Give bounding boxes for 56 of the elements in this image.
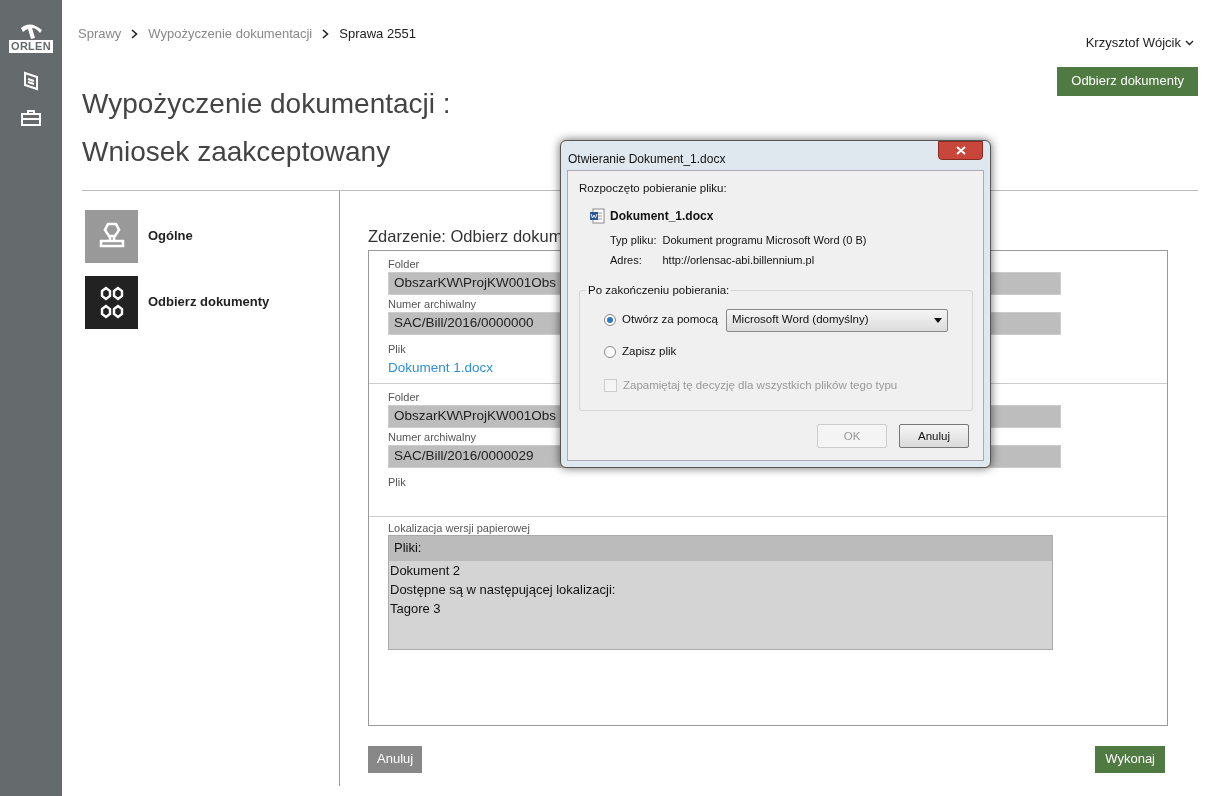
- field-label: Folder: [388, 257, 420, 271]
- text-area[interactable]: Pliki: Dokument 2 Dostępne są w następującej lokalizacji: Tagore 3: [388, 534, 1053, 650]
- group-label: Po zakończeniu pobierania:: [587, 283, 731, 299]
- field-label: Numer archiwalny: [388, 297, 477, 311]
- ticket-icon[interactable]: [22, 71, 40, 91]
- field-label: Lokalizacja wersji papierowej: [388, 521, 530, 535]
- step-tile[interactable]: [85, 275, 138, 329]
- logo-icon: [18, 22, 44, 40]
- field-label: Plik: [388, 342, 406, 356]
- field-value: ObszarKW\ProjKW001Obs: [394, 406, 557, 425]
- dropdown-arrow-icon: [934, 317, 942, 323]
- pick-up-documents-button[interactable]: Odbierz dokumenty: [1057, 66, 1198, 96]
- submit-button[interactable]: Wykonaj: [1095, 745, 1165, 773]
- breadcrumb-link[interactable]: Wypożyczenie dokumentacji: [148, 24, 313, 44]
- cancel-button[interactable]: Anuluj: [899, 424, 969, 449]
- field-value: SAC/Bill/2016/0000029: [394, 446, 534, 465]
- detail-label: Adres:: [610, 252, 643, 268]
- radio-button[interactable]: [604, 346, 616, 358]
- download-started-text: Rozpoczęto pobieranie pliku:: [579, 181, 728, 196]
- breadcrumb-link[interactable]: Sprawy: [78, 24, 122, 44]
- field-label: Plik: [388, 475, 406, 489]
- logo-text: ORLEN: [9, 40, 53, 53]
- field-value: ObszarKW\ProjKW001Obs: [394, 273, 557, 292]
- file-link[interactable]: Dokument 1.docx: [388, 357, 494, 378]
- chevron-right-icon: [322, 28, 330, 39]
- radio-label[interactable]: Otwórz za pomocą: [622, 311, 720, 329]
- briefcase-icon[interactable]: [20, 109, 42, 127]
- field-label: Numer archiwalny: [388, 430, 477, 444]
- detail-value: http://orlensac-abi.billennium.pl: [662, 252, 816, 268]
- word-document-icon: [589, 208, 605, 225]
- application-dropdown[interactable]: Microsoft Word (domyślny): [726, 308, 948, 332]
- field-value: SAC/Bill/2016/0000000: [394, 313, 534, 332]
- text-line: Tagore 3: [389, 599, 441, 618]
- field-label: Folder: [388, 390, 420, 404]
- text-area-header: Pliki:: [389, 535, 1052, 561]
- breadcrumb-current: Sprawa 2551: [339, 25, 416, 43]
- dialog-title: Otwieranie Dokument_1.docx: [567, 151, 726, 168]
- chevron-down-icon: [1185, 39, 1194, 46]
- file-name: Dokument_1.docx: [610, 208, 714, 226]
- step-label[interactable]: Odbierz dokumenty: [148, 292, 270, 312]
- text-line: Dokument 2: [389, 561, 461, 580]
- close-button[interactable]: [938, 141, 983, 160]
- radio-label[interactable]: Zapisz plik: [622, 343, 720, 361]
- event-heading: Zdarzenie: Odbierz dokum: [368, 225, 563, 247]
- user-menu[interactable]: Krzysztof Wójcik: [1085, 33, 1194, 53]
- cancel-button[interactable]: Anuluj: [368, 745, 423, 773]
- close-icon: [955, 146, 966, 155]
- detail-value: Dokument programu Microsoft Word (0 B): [662, 233, 868, 249]
- page-title: Wniosek zaakceptowany: [82, 134, 391, 169]
- text-line: Dostępne są w następującej lokalizacji:: [389, 580, 616, 599]
- step-label[interactable]: Ogólne: [148, 226, 193, 246]
- page-title: Wypożyczenie dokumentacji :: [82, 86, 451, 121]
- chevron-right-icon: [131, 28, 139, 39]
- step-tile[interactable]: [85, 209, 138, 263]
- detail-label: Typ pliku:: [610, 233, 657, 249]
- radio-button[interactable]: [604, 314, 616, 326]
